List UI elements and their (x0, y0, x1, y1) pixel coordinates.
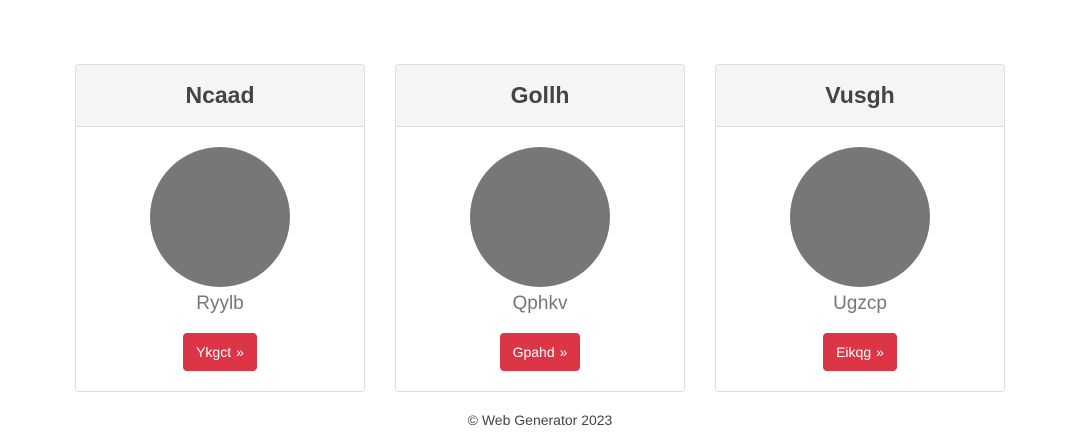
card-action-button[interactable]: Ykgct » (183, 333, 257, 371)
card-title: Ncaad (76, 65, 364, 127)
double-chevron-right-icon: » (559, 344, 568, 360)
card-action-button[interactable]: Eikqg » (823, 333, 897, 371)
button-label: Gpahd (512, 344, 555, 360)
profile-card: Ncaad Ryylb Ykgct » (75, 64, 365, 392)
person-name: Ugzcp (833, 293, 887, 314)
person-name: Qphkv (512, 293, 568, 314)
avatar (470, 147, 610, 287)
double-chevron-right-icon: » (876, 344, 884, 360)
card-body: Ryylb Ykgct » (76, 127, 364, 371)
button-label: Eikqg (836, 344, 872, 360)
profile-card: Vusgh Ugzcp Eikqg » (715, 64, 1005, 392)
profile-card: Gollh Qphkv Gpahd » (395, 64, 685, 392)
person-name: Ryylb (196, 293, 244, 314)
footer-copyright: © Web Generator 2023 (467, 412, 613, 428)
avatar (790, 147, 930, 287)
card-body: Ugzcp Eikqg » (716, 127, 1004, 371)
card-body: Qphkv Gpahd » (396, 127, 684, 371)
card-grid: Ncaad Ryylb Ykgct » Gollh Qphkv Gpahd » … (75, 64, 1005, 392)
double-chevron-right-icon: » (236, 344, 244, 360)
avatar (150, 147, 290, 287)
card-action-button[interactable]: Gpahd » (499, 333, 581, 371)
button-label: Ykgct (196, 344, 232, 360)
card-title: Vusgh (716, 65, 1004, 127)
card-title: Gollh (396, 65, 684, 127)
